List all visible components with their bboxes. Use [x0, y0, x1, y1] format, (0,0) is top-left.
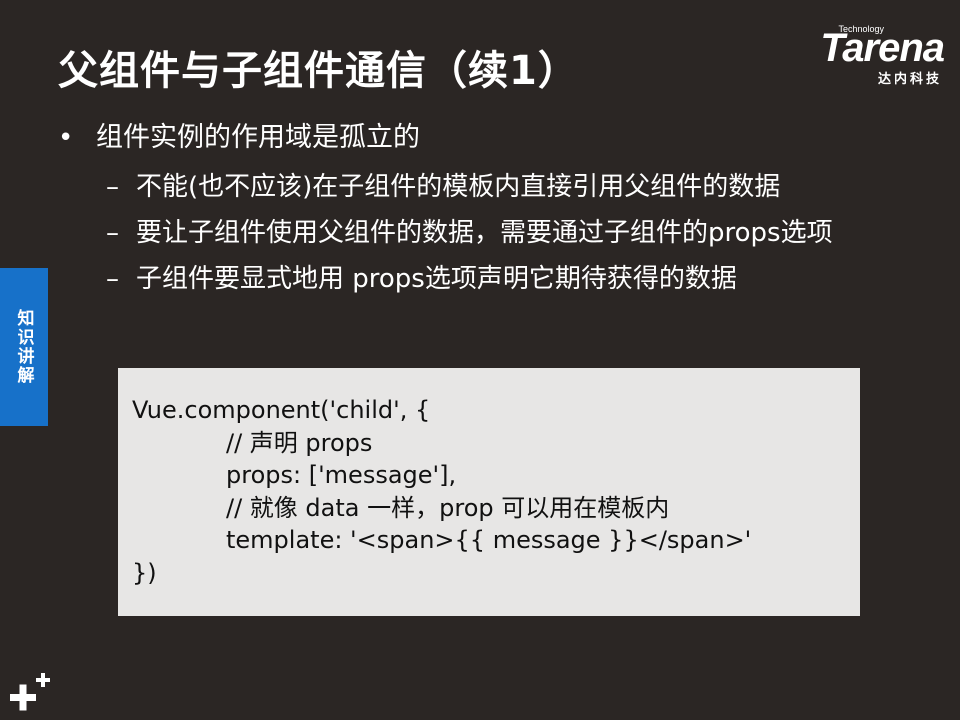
dash-icon: –: [106, 218, 119, 248]
sub-bullet-text: 不能(也不应该)在子组件的模板内直接引用父组件的数据: [136, 172, 781, 202]
side-tab-label: 知识讲解: [13, 309, 34, 385]
code-line: props: ['message'],: [226, 461, 457, 489]
dash-icon: –: [106, 172, 119, 202]
bullet-text: 组件实例的作用域是孤立的: [96, 122, 420, 153]
code-line: // 声明 props: [226, 428, 373, 457]
sub-bullet-item: – 不能(也不应该)在子组件的模板内直接引用父组件的数据: [106, 168, 878, 206]
dash-icon: –: [106, 264, 119, 294]
slide-title: 父组件与子组件通信（续1）: [58, 48, 579, 94]
bullet-item: • 组件实例的作用域是孤立的: [58, 118, 878, 158]
sub-bullet-text: 子组件要显式地用 props选项声明它期待获得的数据: [136, 264, 737, 294]
code-line: Vue.component('child', {: [132, 396, 431, 424]
bullet-list: • 组件实例的作用域是孤立的 – 不能(也不应该)在子组件的模板内直接引用父组件…: [58, 118, 878, 306]
logo-brand-cn-text: 达内科技: [877, 72, 942, 87]
slide: 父组件与子组件通信（续1） Technology Tarena 达内科技 知识讲…: [0, 0, 960, 720]
tarena-logo: Technology Tarena 达内科技: [774, 18, 945, 88]
side-tab-knowledge: 知识讲解: [0, 268, 48, 426]
sub-bullet-item: – 要让子组件使用父组件的数据，需要通过子组件的props选项: [106, 214, 878, 252]
code-line: // 就像 data 一样，prop 可以用在模板内: [226, 493, 670, 522]
logo-brand-text: Tarena: [820, 26, 945, 70]
sub-bullet-text: 要让子组件使用父组件的数据，需要通过子组件的props选项: [136, 218, 833, 248]
plus-plus-icon: [10, 673, 50, 711]
sub-bullet-item: – 子组件要显式地用 props选项声明它期待获得的数据: [106, 260, 878, 298]
code-line: template: '<span>{{ message }}</span>': [226, 526, 752, 554]
code-line: }): [132, 558, 157, 587]
code-block: Vue.component('child', { // 声明 props pro…: [118, 368, 860, 616]
bullet-dot-icon: •: [58, 123, 74, 153]
